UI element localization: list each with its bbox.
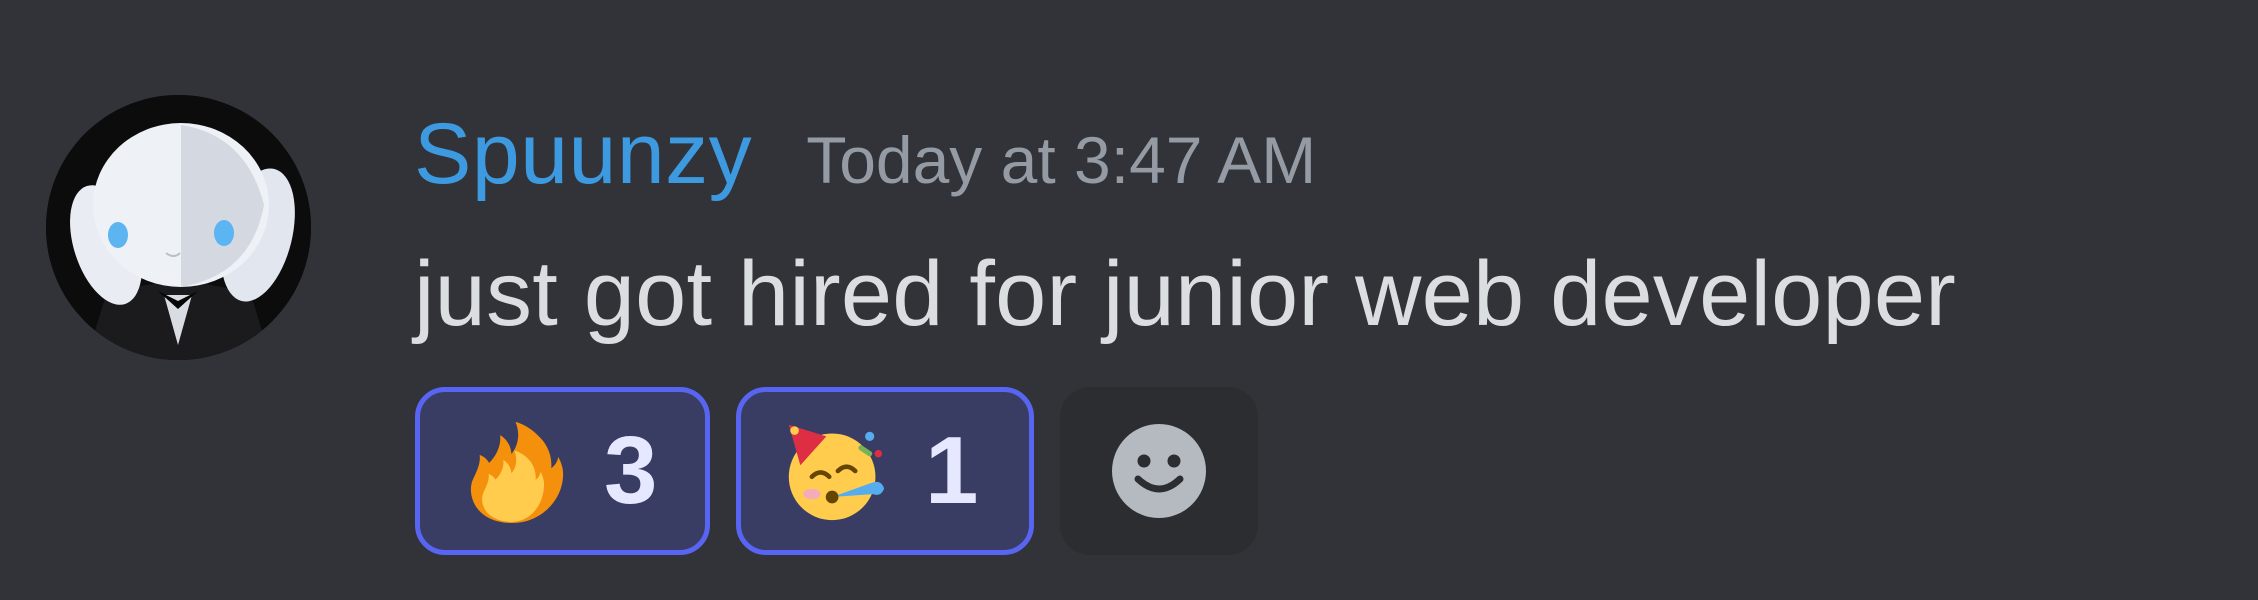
chat-message: Spuunzy Today at 3:47 AM just got hired … <box>0 0 2258 600</box>
avatar[interactable] <box>46 95 311 360</box>
fire-emoji-icon <box>470 421 564 523</box>
timestamp[interactable]: Today at 3:47 AM <box>806 122 1316 198</box>
message-content: just got hired for junior web developer <box>414 243 1957 345</box>
reaction-partying-face[interactable]: 1 <box>736 387 1034 555</box>
reaction-count: 1 <box>925 417 979 524</box>
smiley-icon <box>1112 424 1206 518</box>
bunny-plush-avatar-image <box>46 95 311 360</box>
message-header: Spuunzy Today at 3:47 AM <box>414 105 1316 205</box>
username[interactable]: Spuunzy <box>414 105 752 204</box>
partying-face-emoji-icon <box>788 424 885 521</box>
reaction-fire[interactable]: 3 <box>415 387 710 555</box>
reaction-count: 3 <box>604 417 658 524</box>
add-reaction-button[interactable] <box>1060 387 1258 555</box>
reactions-bar: 3 1 <box>415 387 1258 555</box>
